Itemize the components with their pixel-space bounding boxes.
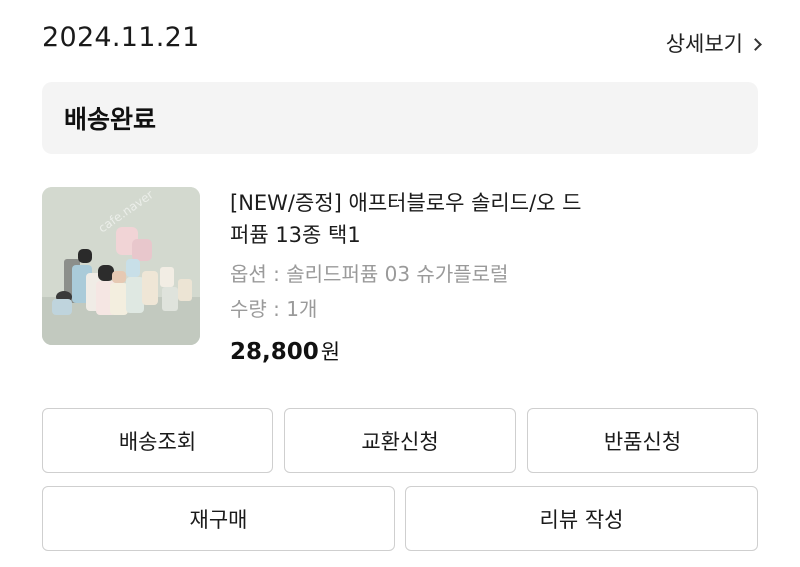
delivery-status-text: 배송완료 <box>64 105 157 134</box>
order-date: 2024.11.21 <box>42 22 200 53</box>
product-option: 옵션 : 솔리드퍼퓸 03 슈가플로럴 <box>230 262 509 286</box>
product-info: [NEW/증정] 애프터블로우 솔리드/오 드 퍼퓸 13종 택1 옵션 : 솔… <box>230 187 750 366</box>
product-image: cafe.naver <box>42 187 200 345</box>
product-title-line-2: 퍼퓸 13종 택1 <box>230 223 361 247</box>
reorder-button[interactable]: 재구매 <box>42 486 395 551</box>
currency-unit: 원 <box>320 340 341 364</box>
product-price: 28,800 <box>230 339 319 365</box>
price-row: 28,800 원 <box>230 336 750 366</box>
product-title[interactable]: [NEW/증정] 애프터블로우 솔리드/오 드 퍼퓸 13종 택1 <box>230 187 750 251</box>
product-thumbnail[interactable]: cafe.naver <box>42 187 200 345</box>
write-review-button[interactable]: 리뷰 작성 <box>405 486 758 551</box>
return-request-button[interactable]: 반품신청 <box>527 408 758 473</box>
view-details-link[interactable]: 상세보기 <box>665 28 762 58</box>
view-details-label: 상세보기 <box>665 32 743 56</box>
delivery-status-banner: 배송완료 <box>42 82 758 154</box>
product-title-line-1: [NEW/증정] 애프터블로우 솔리드/오 드 <box>230 191 582 215</box>
product-quantity: 수량 : 1개 <box>230 297 318 321</box>
order-item[interactable]: cafe.naver [NEW/증정] 애프터블로우 솔리드/오 드 퍼퓸 13… <box>42 187 758 377</box>
chevron-right-icon <box>749 37 762 51</box>
exchange-request-button[interactable]: 교환신청 <box>284 408 516 473</box>
track-delivery-button[interactable]: 배송조회 <box>42 408 273 473</box>
